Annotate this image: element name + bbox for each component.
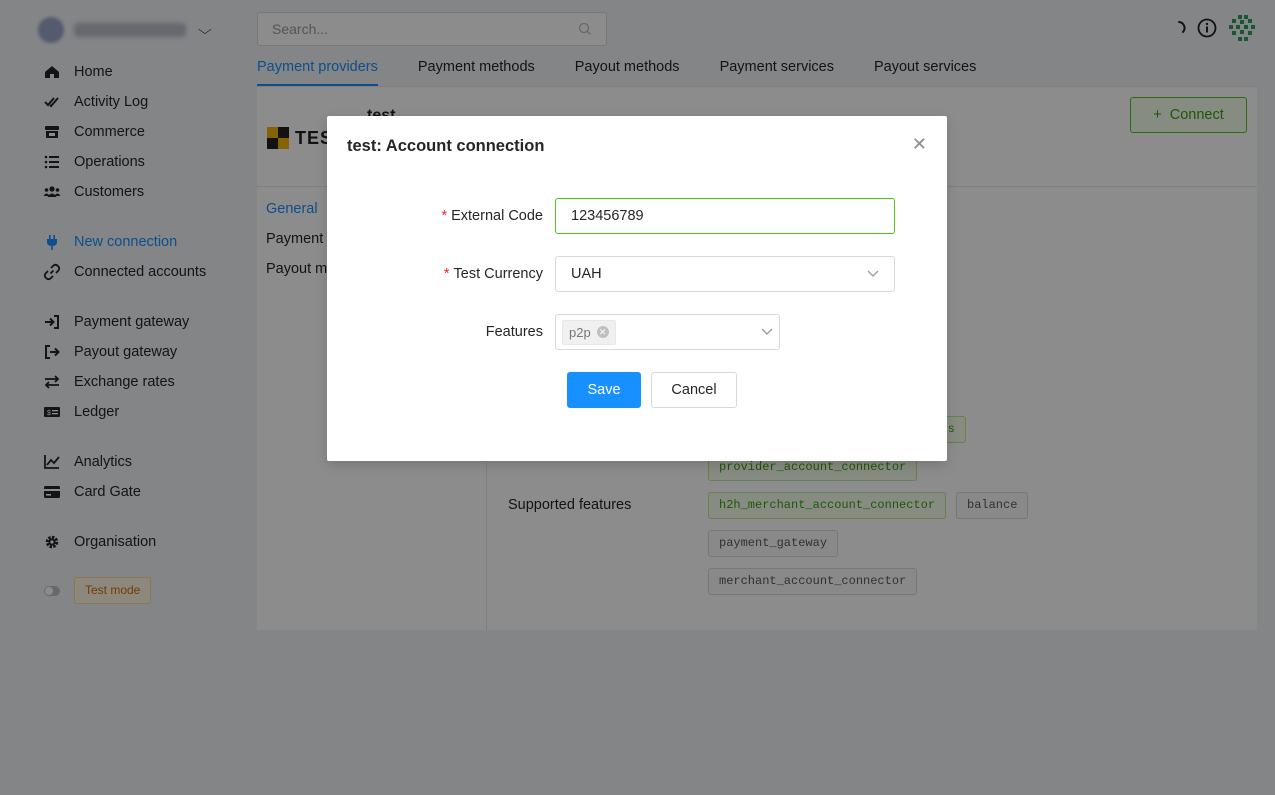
close-icon[interactable]: ✕ [912, 134, 927, 154]
chevron-down-icon [867, 270, 879, 277]
test-currency-value: UAH [571, 266, 602, 282]
required-mark: * [443, 266, 450, 282]
external-code-label: * External Code [441, 208, 543, 224]
chevron-down-icon [761, 328, 773, 335]
feature-tag: p2p ✕ [562, 319, 616, 345]
cancel-button[interactable]: Cancel [651, 372, 737, 408]
features-label: Features [485, 324, 543, 340]
modal-actions: Save Cancel [567, 372, 737, 408]
external-code-input[interactable]: 123456789 [555, 198, 895, 234]
required-mark: * [441, 208, 448, 224]
features-row: Features p2p ✕ [327, 314, 947, 350]
remove-tag-icon[interactable]: ✕ [596, 326, 609, 338]
external-code-row: * External Code 123456789 [327, 198, 947, 234]
modal-title: test: Account connection [347, 137, 545, 155]
account-connection-modal: test: Account connection ✕ * External Cod… [327, 116, 947, 461]
test-currency-row: * Test Currency UAH [327, 256, 947, 292]
save-button[interactable]: Save [567, 372, 641, 408]
test-currency-label: * Test Currency [443, 266, 543, 282]
features-multiselect[interactable]: p2p ✕ [555, 314, 780, 350]
external-code-value: 123456789 [571, 208, 644, 224]
test-currency-select[interactable]: UAH [555, 256, 895, 292]
